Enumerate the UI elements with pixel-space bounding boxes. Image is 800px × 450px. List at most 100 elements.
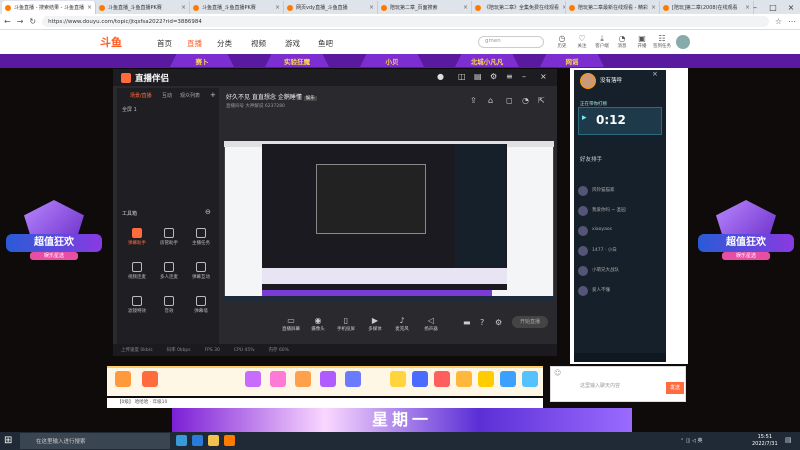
- url-field[interactable]: https://www.douyu.com/topic/jtqsfsa2022?…: [42, 16, 769, 27]
- nav-video[interactable]: 视频: [251, 38, 266, 49]
- list-item[interactable]: 我爱你吗 ~ 圣园: [578, 205, 662, 219]
- settings-icon[interactable]: ⚙: [490, 72, 497, 81]
- gift-icon[interactable]: [434, 371, 450, 387]
- chat-input[interactable]: 这里输入聊天内容: [580, 382, 620, 389]
- browser-tab[interactable]: 斗鱼直播 - 搜索结果 - 斗鱼直播 ×: [2, 1, 96, 14]
- system-tray[interactable]: ⌃ ◫ ◁ 英: [680, 437, 703, 444]
- nav-game[interactable]: 游戏: [285, 38, 300, 49]
- minimize-icon[interactable]: –: [746, 0, 764, 14]
- promo-banner[interactable]: 星期一: [172, 408, 632, 432]
- lock-icon[interactable]: ⌂: [488, 96, 493, 105]
- gift-icon[interactable]: [345, 371, 361, 387]
- browser-tab[interactable]: 斗鱼直播_斗鱼直播PK赛 ×: [190, 1, 284, 14]
- recommend-tab[interactable]: 实验狂魔: [265, 54, 329, 67]
- tool-filter[interactable]: 滤镜特效: [122, 296, 152, 314]
- share-out-icon[interactable]: ⇱: [538, 96, 545, 105]
- gift-icon[interactable]: [270, 371, 286, 387]
- star-icon[interactable]: ☆: [775, 17, 782, 26]
- taskbar-search[interactable]: 在这里输入进行搜索: [20, 433, 170, 449]
- nav-home[interactable]: 首页: [157, 38, 172, 49]
- gift-icon[interactable]: [456, 371, 472, 387]
- settings-icon[interactable]: ⚙: [495, 318, 502, 327]
- close-icon[interactable]: ×: [652, 70, 658, 78]
- recommend-tab[interactable]: 网谣: [540, 54, 604, 67]
- avatar[interactable]: [676, 35, 690, 49]
- menu-icon[interactable]: ≡: [506, 72, 513, 81]
- close-icon[interactable]: ×: [463, 4, 468, 11]
- list-item[interactable]: 1477 · 小白: [578, 245, 662, 259]
- windows-start-icon[interactable]: ⊞: [4, 435, 12, 446]
- browser-tab[interactable]: 斗鱼直播_斗鱼直播PK赛 ×: [96, 1, 190, 14]
- site-logo[interactable]: 斗鱼: [100, 34, 122, 50]
- btn-screen[interactable]: ▭ 直播屏幕: [279, 316, 303, 332]
- gift-icon[interactable]: [115, 371, 131, 387]
- send-button[interactable]: 发送: [666, 382, 684, 394]
- header-icon-client[interactable]: ⤓ 客户端: [592, 34, 612, 49]
- gift-icon[interactable]: [390, 371, 406, 387]
- gift-icon[interactable]: [142, 371, 158, 387]
- close-icon[interactable]: ×: [87, 4, 92, 11]
- recommend-tab[interactable]: 赛卜: [170, 54, 234, 67]
- screenshot-icon[interactable]: ◻: [506, 96, 513, 105]
- gift-icon[interactable]: [412, 371, 428, 387]
- collapse-icon[interactable]: ⊖: [205, 208, 211, 216]
- list-item[interactable]: 小萌兄大战队: [578, 265, 662, 279]
- list-item[interactable]: xiaoyaos: [578, 225, 662, 239]
- room-tag[interactable]: 娱乐: [303, 96, 317, 101]
- tab-interact[interactable]: 互动: [162, 92, 172, 99]
- btn-phone[interactable]: ▯ 手机投屏: [334, 316, 358, 332]
- recommend-tab[interactable]: 小贝: [360, 54, 424, 67]
- btn-media[interactable]: ▶ 多媒体: [363, 316, 387, 332]
- btn-mic[interactable]: ♪ 麦克风: [390, 316, 414, 332]
- close-icon[interactable]: ×: [651, 4, 656, 11]
- header-icon-task[interactable]: ☷ 签到任务: [652, 34, 672, 49]
- close-icon[interactable]: ×: [782, 0, 800, 14]
- minimize-icon[interactable]: –: [522, 72, 526, 81]
- browser-tab[interactable]: [陪玩]第二章(2008)在线观看 ×: [660, 1, 754, 14]
- task-view-icon[interactable]: [176, 435, 187, 446]
- list-item[interactable]: 爱人不懂: [578, 285, 662, 299]
- share-icon[interactable]: ⇪: [470, 96, 477, 105]
- search-input[interactable]: gmen: [478, 36, 544, 48]
- anchor-avatar[interactable]: [580, 73, 596, 89]
- user-avatar[interactable]: ●: [437, 72, 444, 81]
- tab-audience[interactable]: 观众列表: [180, 92, 200, 99]
- live-app-icon[interactable]: [224, 435, 235, 446]
- btn-camera[interactable]: ◉ 摄像头: [306, 316, 330, 332]
- start-live-button[interactable]: 开始直播: [512, 316, 548, 328]
- back-icon[interactable]: ←: [4, 17, 11, 26]
- browser-tab[interactable]: 网页vdy直播_斗鱼直播 ×: [284, 1, 378, 14]
- record-icon[interactable]: ▬: [463, 318, 471, 327]
- menu-icon[interactable]: ⋯: [788, 17, 796, 26]
- tool-room-manager[interactable]: 房管助手: [154, 228, 184, 246]
- tab-scene[interactable]: 场景/直播: [130, 92, 152, 99]
- gift-icon[interactable]: [245, 371, 261, 387]
- forward-icon[interactable]: →: [17, 17, 24, 26]
- recommend-tab[interactable]: 北城小凡凡: [455, 54, 519, 67]
- nav-live[interactable]: 直播: [187, 38, 202, 49]
- tool-anchor-task[interactable]: 主播任务: [186, 228, 216, 246]
- header-icon-golive[interactable]: ▣ 开播: [632, 34, 652, 49]
- tool-danmu-wall[interactable]: 弹幕墙: [186, 296, 216, 314]
- header-icon-follow[interactable]: ♡ 关注: [572, 34, 592, 49]
- header-icon-message[interactable]: ◔ 消息: [612, 34, 632, 49]
- close-icon[interactable]: ×: [275, 4, 280, 11]
- taskbar-clock[interactable]: 15:51 2022/7/31: [752, 434, 778, 448]
- scene-item[interactable]: 全屏 1: [122, 106, 137, 113]
- browser-tab[interactable]: 陪玩第二章最新在线观看 - 精彩 ×: [566, 1, 660, 14]
- tool-danmu-assistant[interactable]: 弹幕助手: [122, 228, 152, 246]
- close-icon[interactable]: ×: [540, 72, 547, 81]
- add-icon[interactable]: +: [210, 91, 216, 99]
- tool-danmu-interact[interactable]: 弹幕互动: [186, 262, 216, 280]
- header-icon-history[interactable]: ◷ 历史: [552, 34, 572, 49]
- gift-icon[interactable]: [522, 371, 538, 387]
- btn-speaker[interactable]: ◁ 扬声器: [419, 316, 443, 332]
- refresh-icon[interactable]: ↻: [29, 17, 36, 26]
- gift-icon[interactable]: ▤: [474, 72, 482, 81]
- tool-sound[interactable]: 音效: [154, 296, 184, 314]
- notification-icon[interactable]: ▤: [785, 436, 792, 444]
- browser-tab[interactable]: 《陪玩第二章》全集免费在线观看×: [472, 1, 566, 14]
- explorer-icon[interactable]: [208, 435, 219, 446]
- close-icon[interactable]: ×: [369, 4, 374, 11]
- tool-multi-link[interactable]: 多人连麦: [154, 262, 184, 280]
